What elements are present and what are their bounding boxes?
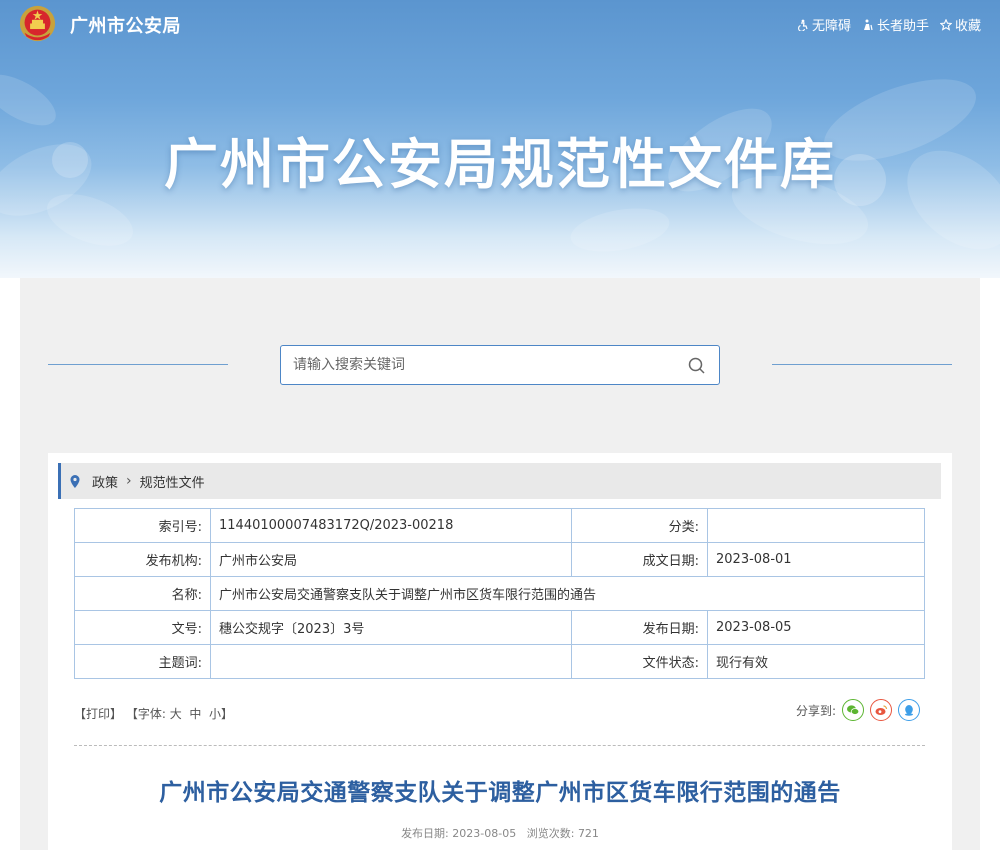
main-area: 政策 › 规范性文件 索引号: 11440100007483172Q/2023-… <box>20 278 980 850</box>
table-row: 名称: 广州市公安局交通警察支队关于调整广州市区货车限行范围的通告 <box>74 576 925 611</box>
accessibility-label: 无障碍 <box>811 19 851 34</box>
table-row: 文号: 穗公交规字〔2023〕3号 发布日期: 2023-08-05 <box>74 610 925 645</box>
doc-publish-date: 2023-08-05 <box>452 827 517 840</box>
index-number-value: 11440100007483172Q/2023-00218 <box>210 508 572 543</box>
publish-date-value: 2023-08-05 <box>707 610 925 645</box>
elder-assistant-label: 长者助手 <box>876 19 929 34</box>
category-label: 分类: <box>571 508 708 543</box>
font-medium-button[interactable]: 中 <box>189 707 201 721</box>
name-label: 名称: <box>74 576 211 611</box>
document-metadata-table: 索引号: 11440100007483172Q/2023-00218 分类: 发… <box>74 508 925 679</box>
search-box <box>280 345 720 385</box>
search-input[interactable] <box>293 346 673 384</box>
document-meta-line: 发布日期: 2023-08-05 浏览次数: 721 <box>48 825 952 841</box>
keywords-label: 主题词: <box>74 644 211 679</box>
share-wechat-button[interactable] <box>842 699 864 721</box>
file-status-value: 现行有效 <box>707 644 925 679</box>
divider <box>74 745 925 746</box>
share-qq-button[interactable] <box>898 699 920 721</box>
search-divider-left <box>48 364 228 365</box>
top-bar: 广州市公安局 无障碍 长者助手 收藏 <box>0 0 1000 50</box>
written-date-value: 2023-08-01 <box>707 542 925 577</box>
font-small-button[interactable]: 小 <box>209 707 221 721</box>
publish-date-label: 发布日期: <box>571 610 708 645</box>
share-weibo-button[interactable] <box>870 699 892 721</box>
document-title: 广州市公安局交通警察支队关于调整广州市区货车限行范围的通告 <box>159 780 841 806</box>
issuer-label: 发布机构: <box>74 542 211 577</box>
document-tools: 【打印】 【字体: 大 中 小】 <box>74 705 233 722</box>
table-row: 发布机构: 广州市公安局 成文日期: 2023-08-01 <box>74 542 925 577</box>
doc-publish-label: 发布日期: <box>401 827 449 840</box>
top-links: 无障碍 长者助手 收藏 <box>797 15 981 34</box>
doc-number-value: 穗公交规字〔2023〕3号 <box>210 610 572 645</box>
star-icon <box>939 18 952 31</box>
site-name[interactable]: 广州市公安局 <box>70 12 181 38</box>
keywords-value <box>210 644 572 679</box>
font-large-button[interactable]: 大 <box>170 707 182 721</box>
print-button[interactable]: 【打印】 <box>74 707 122 721</box>
table-row: 索引号: 11440100007483172Q/2023-00218 分类: <box>74 508 925 543</box>
issuer-value: 广州市公安局 <box>210 542 572 577</box>
doc-views-count: 721 <box>577 827 599 840</box>
banner-title: 广州市公安局规范性文件库 <box>164 133 836 196</box>
breadcrumb-item-normative-docs[interactable]: 规范性文件 <box>140 472 205 491</box>
header-banner: 广州市公安局 无障碍 长者助手 收藏 广州市公安局规范性文件库 <box>0 0 1000 278</box>
share-label: 分享到: <box>795 703 836 718</box>
breadcrumb: 政策 › 规范性文件 <box>58 463 941 499</box>
document-panel: 政策 › 规范性文件 索引号: 11440100007483172Q/2023-… <box>48 453 952 850</box>
doc-number-label: 文号: <box>74 610 211 645</box>
doc-views-label: 浏览次数: <box>526 827 575 840</box>
qq-icon <box>905 705 913 716</box>
font-size-suffix: 】 <box>221 707 234 721</box>
elder-assistant-link[interactable]: 长者助手 <box>862 15 929 34</box>
table-row: 主题词: 文件状态: 现行有效 <box>74 644 925 679</box>
favorite-label: 收藏 <box>954 19 981 34</box>
accessibility-link[interactable]: 无障碍 <box>797 15 851 34</box>
chevron-right-icon: › <box>126 473 132 489</box>
breadcrumb-item-policy[interactable]: 政策 <box>92 472 118 491</box>
name-value: 广州市公安局交通警察支队关于调整广州市区货车限行范围的通告 <box>210 576 925 611</box>
category-value <box>707 508 925 543</box>
share-bar: 分享到: <box>796 699 920 721</box>
file-status-label: 文件状态: <box>571 644 708 679</box>
search-icon[interactable] <box>688 357 705 374</box>
wechat-icon <box>847 705 860 715</box>
font-size-prefix: 【字体: <box>125 707 166 721</box>
search-divider-right <box>772 364 952 365</box>
accessibility-icon <box>798 19 808 31</box>
favorite-link[interactable]: 收藏 <box>939 15 981 34</box>
index-number-label: 索引号: <box>74 508 211 543</box>
national-emblem-icon <box>19 5 56 42</box>
elder-assistant-icon <box>863 19 873 30</box>
weibo-icon <box>875 705 888 715</box>
location-pin-icon <box>70 474 80 488</box>
written-date-label: 成文日期: <box>571 542 708 577</box>
